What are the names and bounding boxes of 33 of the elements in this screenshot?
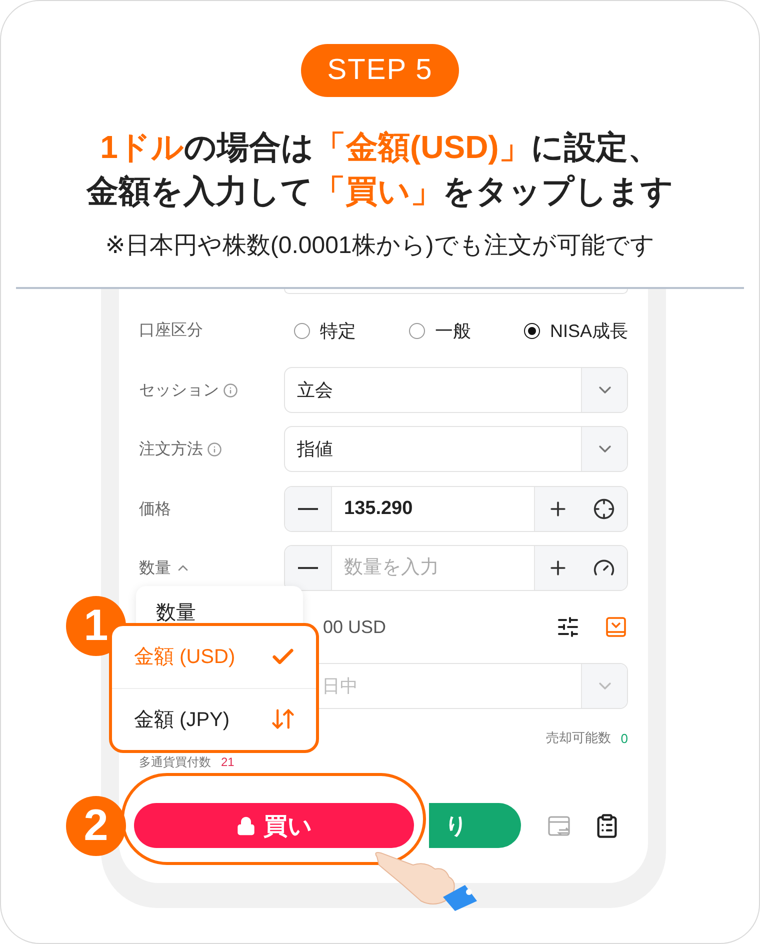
lock-icon bbox=[236, 816, 256, 836]
note-text: ※日本円や株数(0.0001株から)でも注文が可能です bbox=[105, 231, 655, 261]
price-stepper[interactable]: 135.290 bbox=[284, 486, 628, 532]
select-field[interactable]: 指値 bbox=[284, 426, 628, 472]
menu-item[interactable]: 数量 bbox=[156, 602, 196, 624]
info-icon bbox=[223, 382, 238, 398]
field-label: 数量 bbox=[139, 558, 171, 578]
crosshair-icon bbox=[593, 498, 615, 520]
menu-item[interactable]: 金額 (JPY) bbox=[134, 706, 230, 733]
minus-icon bbox=[298, 508, 318, 510]
info-icon bbox=[207, 442, 222, 456]
field-label: 注文方法 bbox=[139, 440, 203, 460]
radio-option[interactable]: 特定 bbox=[294, 318, 356, 342]
step-badge: STEP 5 bbox=[301, 44, 459, 97]
buy-button[interactable]: 買い bbox=[134, 803, 414, 848]
field-label: 価格 bbox=[139, 500, 172, 520]
radio-option[interactable]: 一般 bbox=[408, 318, 471, 342]
quantity-stepper[interactable]: 数量を入力 bbox=[284, 545, 628, 591]
field-label: 口座区分 bbox=[139, 320, 204, 341]
tray-icon[interactable] bbox=[604, 615, 628, 639]
minus-icon bbox=[298, 567, 318, 569]
amount-text: 00 USD bbox=[323, 616, 388, 638]
sliders-icon[interactable] bbox=[556, 615, 580, 639]
input-field[interactable] bbox=[284, 289, 628, 294]
multi-currency-count: 21 bbox=[221, 755, 234, 769]
select-field[interactable]: 立会 bbox=[284, 367, 628, 413]
headline: 1ドルの場合は「金額(USD)」に設定、 金額を入力して「買い」をタップします bbox=[86, 128, 674, 211]
field-label: セッション bbox=[139, 380, 219, 400]
sellable-count: 0 bbox=[620, 730, 628, 746]
radio-option[interactable]: NISA成長 bbox=[524, 318, 628, 342]
step-number: 2 bbox=[66, 796, 126, 856]
multi-currency-label: 多通貨買付数 bbox=[139, 754, 211, 770]
sellable-label: 売却可能数 bbox=[546, 729, 611, 747]
